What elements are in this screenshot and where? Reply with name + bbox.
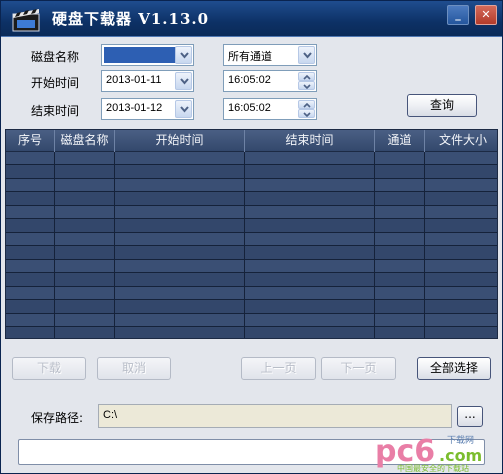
disk-name-label: 磁盘名称 [31, 50, 80, 64]
channel-value: 所有通道 [228, 50, 272, 63]
end-time-value: 16:05:02 [228, 102, 271, 114]
select-all-button[interactable]: 全部选择 [417, 357, 491, 380]
save-path-label: 保存路径: [31, 411, 84, 425]
download-button[interactable]: 下载 [12, 357, 86, 380]
query-button[interactable]: 查询 [407, 94, 477, 117]
end-date-picker[interactable]: 2013-01-12 [101, 98, 194, 120]
col-start-time[interactable]: 开始时间 [115, 130, 245, 152]
channel-select[interactable]: 所有通道 [223, 44, 317, 66]
column-divider [114, 152, 115, 338]
end-time-spinner[interactable]: 16:05:02 [223, 98, 317, 120]
col-disk-name[interactable]: 磁盘名称 [55, 130, 115, 152]
clapperboard-icon [12, 9, 40, 32]
save-path-value: C:\ [103, 409, 118, 421]
watermark-domain: .com [439, 446, 482, 465]
chevron-down-icon[interactable] [175, 100, 192, 118]
start-time-value: 16:05:02 [228, 74, 271, 86]
watermark-tag: 下载网 [447, 434, 474, 446]
triangle-up-icon[interactable] [298, 100, 315, 109]
col-index[interactable]: 序号 [6, 130, 55, 152]
end-time-label: 结束时间 [31, 104, 80, 118]
triangle-up-icon[interactable] [298, 72, 315, 81]
col-file-size[interactable]: 文件大小 [425, 130, 497, 152]
col-channel[interactable]: 通道 [375, 130, 425, 152]
table-header: 序号 磁盘名称 开始时间 结束时间 通道 文件大小 [6, 130, 497, 152]
triangle-down-icon[interactable] [298, 81, 315, 90]
column-divider [374, 152, 375, 338]
browse-button[interactable]: ... [457, 406, 483, 427]
disk-name-select[interactable] [101, 44, 194, 66]
app-window: 硬盘下载器 V1.13.0 _ ✕ 磁盘名称 所有通道 开始时间 2013-01… [0, 0, 503, 474]
end-date-value: 2013-01-12 [106, 102, 163, 114]
next-page-button[interactable]: 下一页 [321, 357, 396, 380]
start-time-label: 开始时间 [31, 76, 80, 90]
watermark-slogan: 中国最安全的下载站 [397, 463, 469, 473]
chevron-down-icon[interactable] [175, 46, 192, 64]
window-title: 硬盘下载器 V1.13.0 [52, 10, 210, 28]
minimize-button[interactable]: _ [447, 5, 469, 25]
start-date-value: 2013-01-11 [106, 74, 162, 86]
start-date-picker[interactable]: 2013-01-11 [101, 70, 194, 92]
cancel-button[interactable]: 取消 [97, 357, 171, 380]
prev-page-button[interactable]: 上一页 [241, 357, 316, 380]
column-divider [244, 152, 245, 338]
chevron-down-icon[interactable] [175, 72, 192, 90]
column-divider [54, 152, 55, 338]
triangle-down-icon[interactable] [298, 109, 315, 118]
save-path-field[interactable]: C:\ [98, 404, 452, 428]
disk-name-selection-highlight [104, 47, 176, 63]
close-button[interactable]: ✕ [475, 5, 497, 25]
chevron-down-icon[interactable] [298, 46, 315, 64]
start-time-spinner[interactable]: 16:05:02 [223, 70, 317, 92]
pc6-watermark-logo: pc6 .com 下载网 中国最安全的下载站 [375, 434, 482, 473]
column-divider [424, 152, 425, 338]
col-end-time[interactable]: 结束时间 [245, 130, 375, 152]
results-table: 序号 磁盘名称 开始时间 结束时间 通道 文件大小 [5, 129, 498, 339]
title-bar[interactable]: 硬盘下载器 V1.13.0 _ ✕ [1, 1, 502, 37]
